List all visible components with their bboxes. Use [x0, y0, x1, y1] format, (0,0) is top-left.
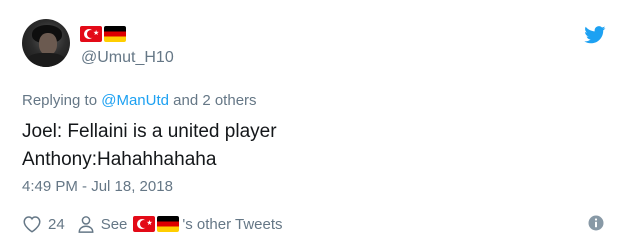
- heart-icon[interactable]: [22, 215, 42, 233]
- avatar[interactable]: [22, 19, 70, 67]
- germany-flag-icon: [104, 26, 126, 42]
- avatar-shirt: [26, 53, 66, 67]
- turkey-flag-icon: ★: [133, 216, 156, 232]
- tweet-card: ★ @Umut_H10 Replying to @ManUtd and 2 ot…: [0, 0, 630, 248]
- replying-mention-link[interactable]: @ManUtd: [101, 92, 169, 109]
- tweet-text: Joel: Fellaini is a united player Anthon…: [22, 118, 277, 174]
- avatar-face: [39, 33, 57, 55]
- replying-prefix: Replying to: [22, 92, 98, 109]
- twitter-bird-icon[interactable]: [584, 26, 606, 44]
- tweet-line: Anthony:Hahahhahaha: [22, 149, 217, 170]
- turkey-flag-icon: ★: [80, 26, 102, 42]
- tweet-timestamp[interactable]: 4:49 PM - Jul 18, 2018: [22, 178, 173, 195]
- person-icon: [78, 216, 94, 233]
- user-handle[interactable]: @Umut_H10: [81, 49, 174, 67]
- replying-to: Replying to @ManUtd and 2 others: [22, 92, 257, 109]
- replying-suffix-link[interactable]: and 2 others: [173, 92, 256, 109]
- display-name[interactable]: ★: [80, 24, 126, 44]
- see-suffix: 's other Tweets: [182, 215, 283, 233]
- tweet-line: Joel: Fellaini is a united player: [22, 121, 277, 142]
- see-flags: ★: [133, 216, 180, 232]
- see-other-tweets-link[interactable]: See ★ 's other Tweets: [101, 216, 283, 233]
- like-count: 24: [48, 215, 65, 233]
- germany-flag-icon: [157, 216, 180, 232]
- see-prefix: See: [100, 215, 128, 233]
- tweet-actions: 24 See ★ 's other Tweets: [22, 213, 283, 235]
- info-icon[interactable]: [588, 215, 604, 231]
